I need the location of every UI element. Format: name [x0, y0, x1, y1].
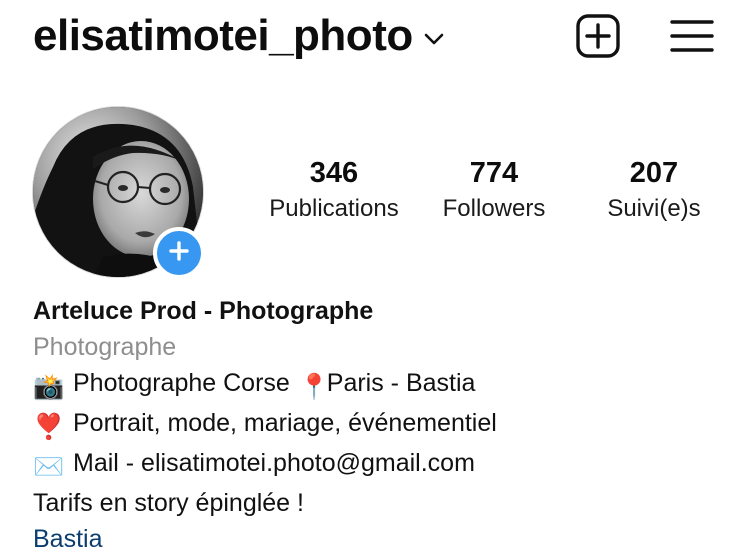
bio-line-text: Portrait, mode, mariage, événementiel [73, 409, 497, 437]
stat-followers[interactable]: 774 Followers [409, 155, 579, 225]
posts-count: 346 [309, 157, 359, 189]
bio-line-text-extra: Paris - Bastia [326, 369, 476, 397]
followers-label: Followers [442, 195, 546, 222]
bio-line-mail: ✉️ Mail - elisatimotei.photo@gmail.com [33, 445, 723, 485]
profile-header: elisatimotei_photo [0, 0, 750, 76]
profile-display-name: Arteluce Prod - Photographe [33, 297, 374, 325]
round-pushpin-icon: 📍 [298, 373, 330, 401]
following-label: Suivi(e)s [607, 195, 701, 222]
avatar-container [33, 107, 205, 279]
username: elisatimotei_photo [33, 11, 413, 60]
plus-icon [168, 240, 190, 267]
camera-flash-icon: 📸 [33, 373, 65, 401]
stat-following[interactable]: 207 Suivi(e)s [569, 155, 739, 225]
location-link[interactable]: Bastia [33, 521, 723, 557]
add-story-button[interactable] [153, 227, 205, 279]
bio-tagline: Tarifs en story épinglée ! [33, 489, 304, 517]
envelope-icon: ✉️ [33, 453, 65, 481]
bio-line-text: Mail - elisatimotei.photo@gmail.com [73, 449, 475, 477]
bio-line-services: ❣️ Portrait, mode, mariage, événementiel [33, 405, 723, 445]
plus-square-icon [575, 13, 621, 64]
profile-bio: Arteluce Prod - Photographe Photographe … [33, 293, 723, 557]
followers-count: 774 [469, 157, 519, 189]
following-count: 207 [629, 157, 679, 189]
bio-line-text: Photographe Corse [73, 369, 290, 397]
new-post-button[interactable] [574, 13, 622, 64]
menu-button[interactable] [668, 14, 716, 62]
posts-label: Publications [269, 195, 399, 222]
hamburger-menu-icon [670, 16, 714, 61]
bio-line-location: 📸 Photographe Corse 📍Paris - Bastia [33, 365, 723, 405]
heart-exclamation-icon: ❣️ [33, 413, 65, 441]
profile-category: Photographe [33, 333, 177, 361]
account-switcher[interactable]: elisatimotei_photo [33, 10, 445, 62]
chevron-down-icon [423, 32, 445, 46]
stat-posts[interactable]: 346 Publications [249, 155, 419, 225]
